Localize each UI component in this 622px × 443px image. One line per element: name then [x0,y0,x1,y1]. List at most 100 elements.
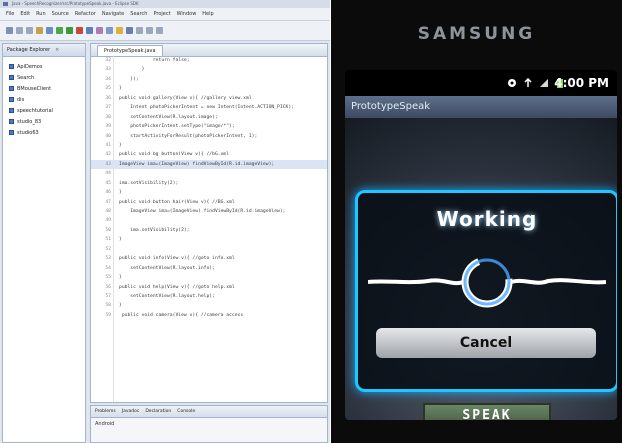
eclipse-ide-window: Java - SpeechRecognizer/src/PrototypeSpe… [0,0,330,443]
tree-item[interactable]: studio_83 [9,116,85,127]
code-line[interactable]: 50 ima.setVisibility(2); [91,226,327,235]
toggle-mark-icon[interactable] [126,27,133,34]
tree-item[interactable]: BMouseClient [9,83,85,94]
cancel-button[interactable]: Cancel [376,328,596,358]
menu-window[interactable]: Window [177,11,197,17]
line-number: 35 [105,86,111,92]
external-tools-icon[interactable] [76,27,83,34]
close-icon[interactable]: × [55,47,59,53]
package-explorer-tab[interactable]: Package Explorer × [3,44,85,57]
line-number: 58 [105,303,111,309]
gps-icon [508,79,516,87]
code-text: } [119,142,122,148]
line-number: 54 [105,265,111,271]
code-line[interactable]: 39 photoPickerIntent.setType("image/*"); [91,122,327,131]
back-icon[interactable] [146,27,153,34]
code-line[interactable]: 48 ImageView ima=(ImageView) findViewByI… [91,207,327,216]
android-sdk-icon[interactable] [46,27,53,34]
code-line[interactable]: 38 setContentView(R.layout.image); [91,113,327,122]
code-line[interactable]: 45 ima.setVisibility(2); [91,179,327,188]
menu-run[interactable]: Run [36,11,46,17]
annotation-icon[interactable] [116,27,123,34]
package-icon[interactable] [36,27,43,34]
tab-console[interactable]: Console [177,409,195,414]
tree-item[interactable]: studio63 [9,127,85,138]
code-line[interactable]: 53 public void info(View v){ //goto info.… [91,254,327,263]
open-type-icon[interactable] [96,27,103,34]
code-line[interactable]: 58} [91,301,327,310]
tree-item-label: Search [17,74,35,81]
new-icon[interactable] [6,27,13,34]
code-line[interactable]: 52 [91,245,327,254]
code-line[interactable]: 34 }); [91,75,327,84]
code-text: } [119,303,122,309]
menu-refactor[interactable]: Refactor [75,11,96,17]
line-number: 50 [105,227,111,233]
editor-tab-label: PrototypeSpeak.java [97,45,163,56]
code-line[interactable]: 56 public void help(View v){ //goto help.… [91,283,327,292]
code-line[interactable]: 41} [91,141,327,150]
line-number: 42 [105,152,111,158]
code-line[interactable]: 42 public void bg button(View v){ //bG.xm… [91,150,327,159]
code-line[interactable]: 32 return false; [91,56,327,65]
code-line[interactable]: 33 } [91,65,327,74]
code-line[interactable]: 40 startActivityForResult(photoPickerInt… [91,132,327,141]
code-line[interactable]: 37 Intent photoPickerIntent = new Intent… [91,103,327,112]
line-number: 49 [105,218,111,224]
project-icon [9,75,14,80]
tab-declaration[interactable]: Declaration [145,409,171,414]
project-icon [9,119,14,124]
line-number: 59 [105,312,111,318]
line-number: 51 [105,237,111,243]
tree-item[interactable]: Search [9,72,85,83]
code-text: startActivityForResult(photoPickerIntent… [119,133,258,139]
code-line[interactable]: 55} [91,273,327,282]
code-line[interactable]: 44 [91,169,327,178]
code-area[interactable]: 32 return false; 33 } 34 }); 35} 36 public vo… [91,56,327,320]
menu-help[interactable]: Help [202,11,213,17]
phone-photo: SAMSUNG 4:00 PM PrototypeSpeak Working C… [331,0,622,443]
code-line[interactable]: 46} [91,188,327,197]
project-icon [9,108,14,113]
ide-menu-bar: File Edit Run Source Refactor Navigate S… [0,8,330,21]
new-class-icon[interactable] [86,27,93,34]
code-text: ImageView ima=(ImageView) findViewById(R… [119,161,275,167]
next-annotation-icon[interactable] [136,27,143,34]
code-text: photoPickerIntent.setType("image/*"); [119,124,235,130]
code-line[interactable]: 54 setContentView(R.layout.info); [91,264,327,273]
forward-icon[interactable] [156,27,163,34]
menu-search[interactable]: Search [130,11,147,17]
code-line[interactable]: 47 public void button hair(View v){ //BG.… [91,198,327,207]
line-number: 36 [105,95,111,101]
code-line[interactable]: 51} [91,235,327,244]
menu-source[interactable]: Source [52,11,69,17]
tree-item[interactable]: speechtutorial [9,105,85,116]
code-line[interactable]: 35} [91,84,327,93]
line-number: 52 [105,246,111,252]
debug-icon[interactable] [56,27,63,34]
code-line[interactable]: 59 public void camera(View v){ //camera … [91,311,327,320]
tree-item-label: dis [17,96,25,103]
tab-javadoc[interactable]: Javadoc [122,409,140,414]
line-number: 34 [105,76,111,82]
menu-edit[interactable]: Edit [20,11,30,17]
code-text: } [119,86,122,92]
code-line[interactable]: 57 setContentView(R.layout.help); [91,292,327,301]
speak-button[interactable]: SPEAK [423,403,551,420]
save-icon[interactable] [16,27,23,34]
tab-problems[interactable]: Problems [95,409,116,414]
search-icon[interactable] [106,27,113,34]
tree-item[interactable]: ApiDemos [9,61,85,72]
menu-navigate[interactable]: Navigate [102,11,124,17]
project-icon [9,130,14,135]
run-icon[interactable] [66,27,73,34]
code-text: setContentView(R.layout.image); [119,114,218,120]
code-line[interactable]: 36 public void gallery(View v){ //gallery… [91,94,327,103]
code-line[interactable]: 49 [91,216,327,225]
print-icon[interactable] [26,27,33,34]
menu-file[interactable]: File [6,11,14,17]
ide-window-title: Java - SpeechRecognizer/src/PrototypeSpe… [12,1,139,6]
code-line[interactable]: 43 ImageView ima=(ImageView) findViewById… [91,159,327,170]
menu-project[interactable]: Project [153,11,170,17]
tree-item[interactable]: dis [9,94,85,105]
